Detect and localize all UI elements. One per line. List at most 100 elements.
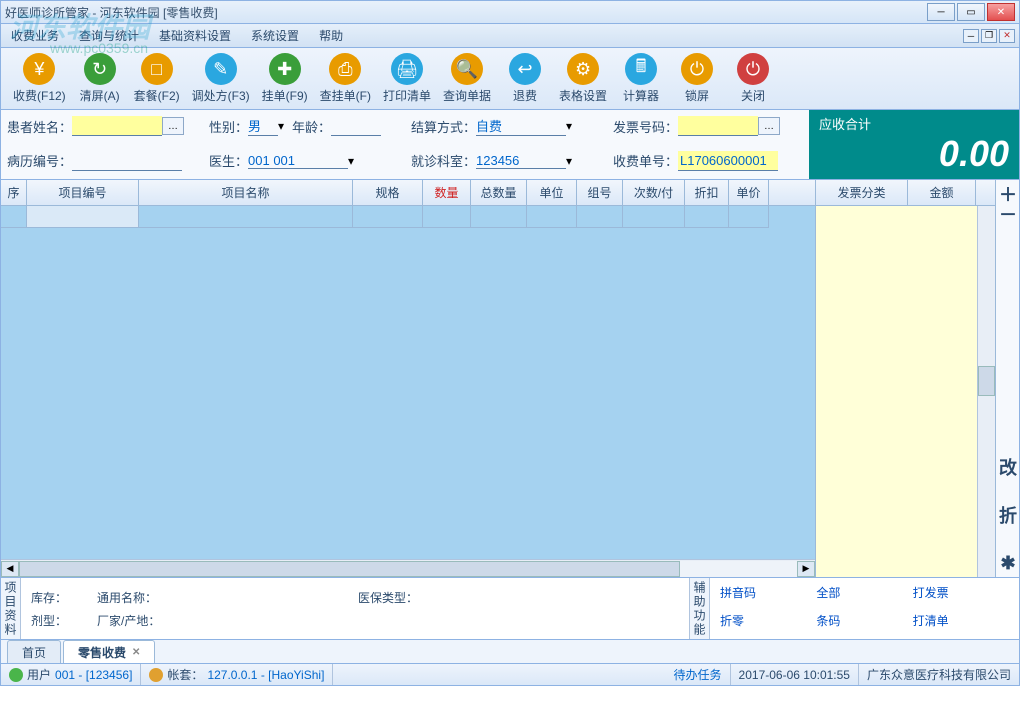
grid-cell[interactable] xyxy=(1,206,27,228)
scroll-thumb[interactable] xyxy=(19,561,680,577)
document-tabs: 首页零售收费✕ xyxy=(0,640,1020,664)
grid-cell[interactable] xyxy=(729,206,769,228)
mdi-minimize-button[interactable]: ─ xyxy=(963,29,979,43)
menu-item-3[interactable]: 系统设置 xyxy=(241,25,309,47)
toolbar-button-12[interactable]: ⏻关闭 xyxy=(725,53,781,104)
invoice-input[interactable] xyxy=(678,116,758,136)
col-header-2[interactable]: 项目名称 xyxy=(139,180,353,205)
toolbar-button-5[interactable]: ⎙查挂单(F) xyxy=(314,53,377,104)
toolbar-button-4[interactable]: ✚挂单(F9) xyxy=(256,53,314,104)
record-input[interactable] xyxy=(72,151,182,171)
toolbar-button-7[interactable]: 🔍查询单据 xyxy=(437,53,497,104)
toolbar-button-8[interactable]: ↩退费 xyxy=(497,53,553,104)
aux-link-2[interactable]: 打发票 xyxy=(913,584,1009,606)
aux-link-1[interactable]: 全部 xyxy=(816,584,912,606)
toolbar-button-0[interactable]: ¥收费(F12) xyxy=(7,53,72,104)
toolbar-icon-8: ↩ xyxy=(509,53,541,85)
window-maximize-button[interactable]: ▭ xyxy=(957,3,985,21)
toolbar-button-9[interactable]: ⚙表格设置 xyxy=(553,53,613,104)
col-header-3[interactable]: 规格 xyxy=(353,180,423,205)
toolbar-button-6[interactable]: 🖨打印清单 xyxy=(377,53,437,104)
grid-cell[interactable] xyxy=(139,206,353,228)
database-icon xyxy=(149,668,163,682)
col-header-10[interactable]: 单价 xyxy=(729,180,769,205)
invoice-lookup-button[interactable]: … xyxy=(758,117,780,135)
aux-link-3[interactable]: 折零 xyxy=(720,612,816,634)
user-label: 用户 xyxy=(27,666,51,683)
doctor-select[interactable]: 001 001 xyxy=(248,153,348,169)
invoice-category-grid: 发票分类金额 xyxy=(815,180,995,577)
scroll-left-button[interactable]: ◀ xyxy=(1,561,19,577)
menu-item-4[interactable]: 帮助 xyxy=(309,25,353,47)
side-vertical-scrollbar[interactable] xyxy=(977,206,995,577)
billno-input[interactable] xyxy=(678,151,778,171)
statusbar: 用户 001 - [123456] 帐套： 127.0.0.1 - [HaoYi… xyxy=(0,664,1020,686)
pending-tasks-link[interactable]: 待办任务 xyxy=(666,664,731,685)
col-header-9[interactable]: 折扣 xyxy=(685,180,729,205)
invoice-category-body[interactable] xyxy=(816,206,995,577)
toolbar-button-3[interactable]: ✎调处方(F3) xyxy=(186,53,256,104)
settle-select[interactable]: 自费 xyxy=(476,116,566,136)
side-col-header-1[interactable]: 金额 xyxy=(908,180,976,205)
dept-select[interactable]: 123456 xyxy=(476,153,566,169)
age-input[interactable] xyxy=(331,116,381,136)
form-area: 患者姓名： … 性别： 男▾ 年龄： 结算方式： 自费▾ 发票号码： … 病历编… xyxy=(0,110,1020,180)
toolbar-icon-9: ⚙ xyxy=(567,53,599,85)
generic-name-label: 通用名称： xyxy=(97,589,328,606)
toolbar-button-10[interactable]: 🖩计算器 xyxy=(613,53,669,104)
scroll-right-button[interactable]: ▶ xyxy=(797,561,815,577)
mdi-restore-button[interactable]: ❐ xyxy=(981,29,997,43)
col-header-8[interactable]: 次数/付 xyxy=(623,180,685,205)
col-header-6[interactable]: 单位 xyxy=(527,180,577,205)
window-minimize-button[interactable]: ─ xyxy=(927,3,955,21)
menu-item-2[interactable]: 基础资料设置 xyxy=(149,25,241,47)
col-header-4[interactable]: 数量 xyxy=(423,180,471,205)
tab-0[interactable]: 首页 xyxy=(7,640,61,663)
grid-cell[interactable] xyxy=(577,206,623,228)
grid-header: 序项目编号项目名称规格数量总数量单位组号次数/付折扣单价 xyxy=(1,180,815,206)
menu-item-0[interactable]: 收费业务 xyxy=(1,25,69,47)
user-value[interactable]: 001 - [123456] xyxy=(55,668,132,682)
grid-cell[interactable] xyxy=(471,206,527,228)
side-action-1[interactable]: － xyxy=(998,204,1018,224)
sex-select[interactable]: 男 xyxy=(248,116,278,136)
age-label: 年龄： xyxy=(292,117,331,136)
patient-lookup-button[interactable]: … xyxy=(162,117,184,135)
db-label: 帐套： xyxy=(167,666,203,683)
toolbar-button-2[interactable]: □套餐(F2) xyxy=(128,53,186,104)
grid-cell[interactable] xyxy=(423,206,471,228)
db-value[interactable]: 127.0.0.1 - [HaoYiShi] xyxy=(207,668,324,682)
invoice-label: 发票号码： xyxy=(613,117,678,136)
toolbar-button-11[interactable]: ⏻锁屏 xyxy=(669,53,725,104)
grid-body[interactable] xyxy=(1,206,815,559)
aux-link-5[interactable]: 打清单 xyxy=(913,612,1009,634)
grid-cell[interactable] xyxy=(685,206,729,228)
side-action-3[interactable]: 折 xyxy=(998,505,1018,525)
titlebar: 好医师诊所管家 - 河东软件园 [零售收费] ─ ▭ ✕ xyxy=(0,0,1020,24)
grid-cell[interactable] xyxy=(27,206,139,228)
horizontal-scrollbar[interactable]: ◀ ▶ xyxy=(1,559,815,577)
window-title: 好医师诊所管家 - 河东软件园 [零售收费] xyxy=(5,4,927,21)
col-header-7[interactable]: 组号 xyxy=(577,180,623,205)
patient-name-input[interactable] xyxy=(72,116,162,136)
window-close-button[interactable]: ✕ xyxy=(987,3,1015,21)
col-header-5[interactable]: 总数量 xyxy=(471,180,527,205)
grid-cell[interactable] xyxy=(527,206,577,228)
aux-link-4[interactable]: 条码 xyxy=(816,612,912,634)
tab-1[interactable]: 零售收费✕ xyxy=(63,640,155,663)
side-action-4[interactable]: ✱ xyxy=(998,553,1018,573)
toolbar-icon-1: ↻ xyxy=(84,53,116,85)
user-icon xyxy=(9,668,23,682)
mdi-close-button[interactable]: ✕ xyxy=(999,29,1015,43)
col-header-1[interactable]: 项目编号 xyxy=(27,180,139,205)
side-action-2[interactable]: 改 xyxy=(998,457,1018,477)
grid-cell[interactable] xyxy=(623,206,685,228)
menu-item-1[interactable]: 查询与统计 xyxy=(69,25,149,47)
toolbar-icon-5: ⎙ xyxy=(329,53,361,85)
toolbar-button-1[interactable]: ↻清屏(A) xyxy=(72,53,128,104)
tab-close-1[interactable]: ✕ xyxy=(132,647,140,658)
side-col-header-0[interactable]: 发票分类 xyxy=(816,180,908,205)
col-header-0[interactable]: 序 xyxy=(1,180,27,205)
grid-cell[interactable] xyxy=(353,206,423,228)
aux-link-0[interactable]: 拼音码 xyxy=(720,584,816,606)
